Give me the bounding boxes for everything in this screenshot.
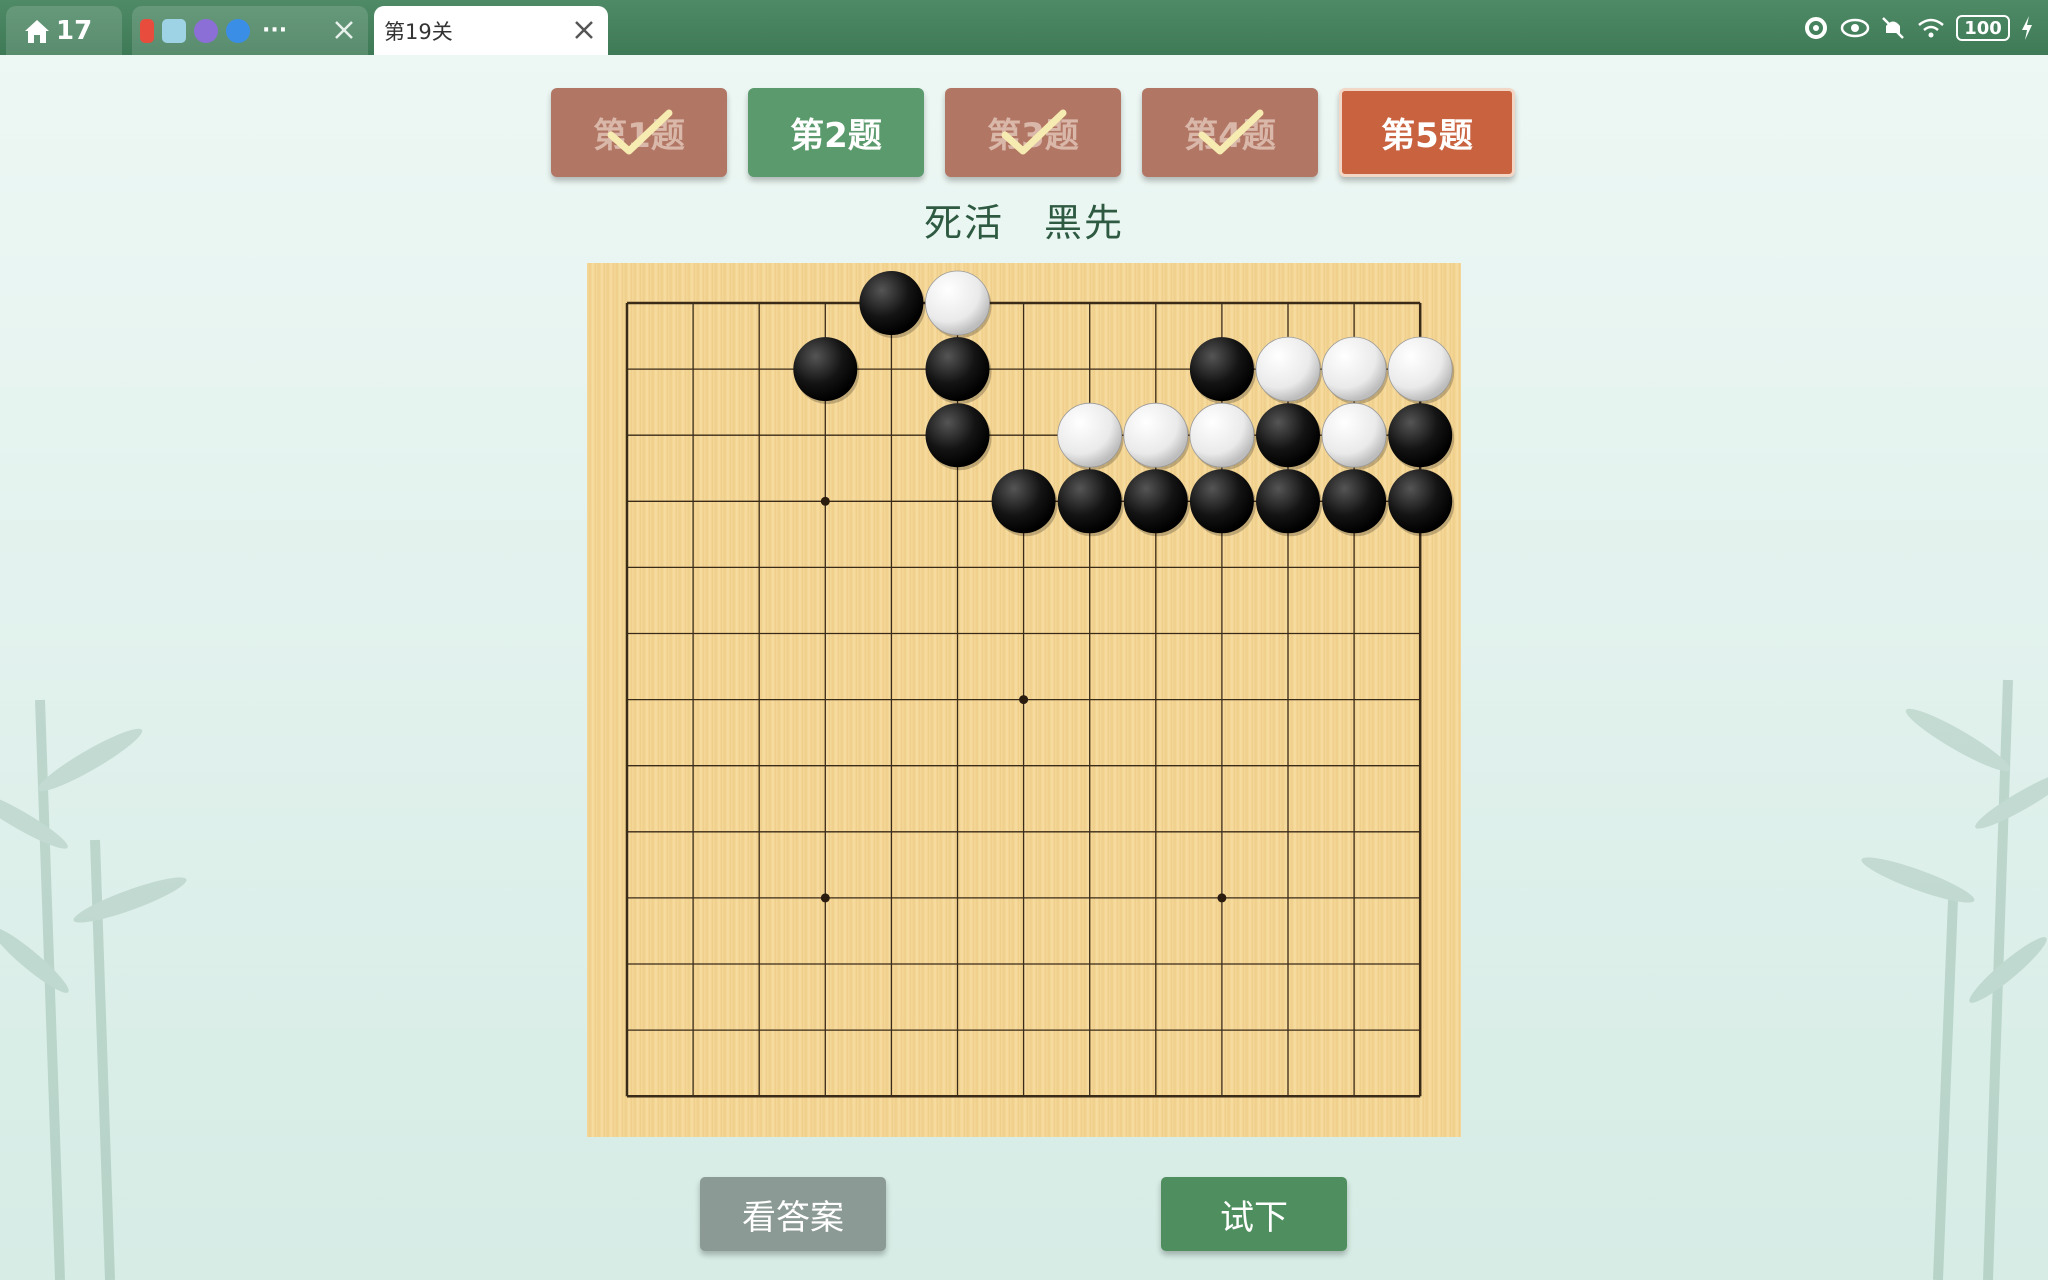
star-point (820, 496, 830, 506)
cloud-icon (226, 18, 250, 43)
black-stone (1189, 469, 1254, 534)
star-point (1019, 695, 1029, 705)
black-stone (1256, 469, 1320, 534)
bamboo-decoration-right (1861, 679, 2048, 1280)
charging-icon (2022, 16, 2032, 40)
white-stone (1321, 402, 1387, 468)
black-stone (1322, 469, 1387, 534)
browser-icon (194, 18, 218, 43)
try-move-button[interactable]: 试下 (1161, 1177, 1347, 1251)
black-stone (1123, 469, 1188, 534)
tab-title: 第19关 (384, 19, 453, 44)
star-point (820, 893, 830, 903)
white-stone (1321, 336, 1387, 402)
problem-3-button[interactable]: 第3题 (945, 88, 1121, 177)
problem-label: 第5题 (1381, 116, 1473, 156)
mute-bell-icon (1882, 17, 1904, 39)
tab-count: 17 (56, 15, 93, 46)
white-stone (1123, 402, 1189, 468)
black-stone (859, 271, 924, 335)
browser-tab-bar: 17 ··· 第19关 100 (0, 0, 2048, 55)
close-icon[interactable] (332, 18, 356, 42)
black-stone (991, 469, 1056, 534)
notification-badge-icon (140, 18, 154, 43)
tab-group[interactable]: ··· (132, 6, 368, 55)
battery-indicator: 100 (1956, 15, 2010, 41)
star-point (1217, 893, 1227, 903)
black-stone (925, 337, 990, 402)
problem-5-button[interactable]: 第5题 (1339, 88, 1515, 177)
tab-home[interactable]: 17 (6, 6, 122, 55)
white-stone (925, 270, 990, 336)
problem-label: 第2题 (790, 116, 882, 156)
check-icon (1001, 109, 1067, 154)
view-answer-button[interactable]: 看答案 (700, 1177, 886, 1251)
check-icon (1198, 109, 1264, 154)
status-area: 100 (1802, 10, 2034, 46)
black-stone (1388, 469, 1453, 534)
white-stone (1057, 402, 1123, 468)
go-board[interactable] (587, 263, 1461, 1137)
black-stone (925, 403, 990, 468)
white-stone (1387, 336, 1453, 402)
close-icon[interactable] (572, 18, 596, 42)
problem-4-button[interactable]: 第4题 (1142, 88, 1318, 177)
problem-2-button[interactable]: 第2题 (748, 88, 924, 177)
wifi-icon (1918, 18, 1944, 38)
black-stone (793, 337, 858, 402)
tab-active[interactable]: 第19关 (374, 6, 608, 55)
app-icon (162, 18, 186, 43)
more-icon[interactable]: ··· (262, 18, 287, 43)
check-icon (607, 109, 673, 154)
black-stone (1388, 403, 1453, 468)
eye-icon (1840, 18, 1870, 38)
home-icon (25, 19, 49, 43)
black-stone (1057, 469, 1122, 534)
problem-subtitle: 死活 黑先 (923, 201, 1124, 245)
problem-1-button[interactable]: 第1题 (551, 88, 727, 177)
bamboo-decoration-left (0, 699, 187, 1280)
white-stone (1255, 336, 1321, 402)
black-stone (1189, 337, 1254, 402)
gear-icon[interactable] (1802, 14, 1830, 42)
black-stone (1256, 403, 1320, 468)
white-stone (1189, 402, 1255, 468)
board-canvas[interactable] (587, 263, 1461, 1137)
